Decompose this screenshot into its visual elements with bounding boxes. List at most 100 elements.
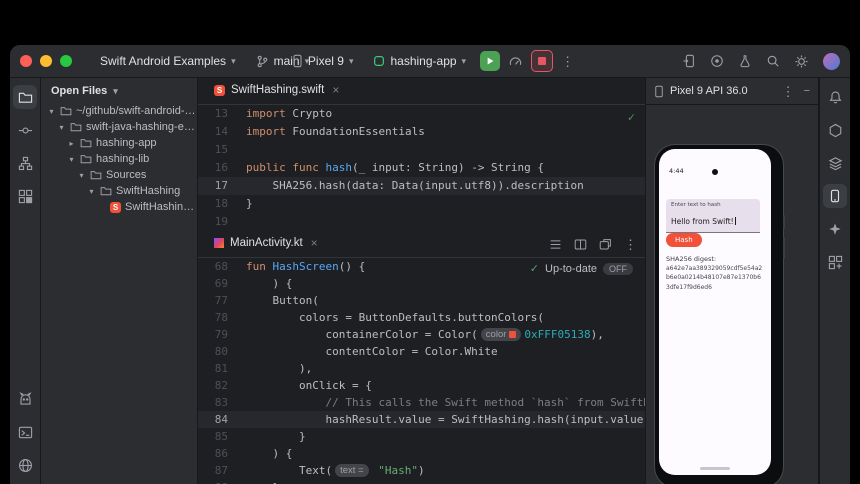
file-structure-icon[interactable] — [549, 238, 562, 251]
line-number[interactable]: 81 — [198, 360, 240, 377]
close-window-button[interactable] — [20, 55, 32, 67]
tab-swifthashing[interactable]: S SwiftHashing.swift × — [206, 77, 347, 105]
gradle-icon[interactable] — [823, 118, 847, 142]
code-line[interactable]: 86 ) { — [198, 445, 645, 462]
tree-chevron-icon[interactable]: ▸ — [67, 139, 76, 148]
tree-chevron-icon[interactable]: ▾ — [87, 187, 96, 196]
tree-item[interactable]: ▸hashing-app — [41, 135, 197, 151]
line-number[interactable]: 18 — [198, 195, 240, 213]
swift-editor[interactable]: ✓ 13import Crypto14import FoundationEsse… — [198, 105, 645, 231]
project-selector[interactable]: Swift Android Examples ▾ — [94, 51, 242, 71]
tree-item[interactable]: SSwiftHashing.swift — [41, 199, 197, 215]
search-icon[interactable] — [766, 54, 780, 68]
tree-chevron-icon[interactable]: ▾ — [47, 107, 56, 116]
tree-item[interactable]: ▾SwiftHashing — [41, 183, 197, 199]
device-explorer-icon[interactable] — [823, 250, 847, 274]
line-number[interactable]: 15 — [198, 141, 240, 159]
version-control-icon[interactable] — [13, 453, 37, 477]
line-number[interactable]: 19 — [198, 213, 240, 231]
settings-icon[interactable] — [794, 54, 809, 69]
structure-icon[interactable] — [13, 151, 37, 175]
line-number[interactable]: 84 — [198, 411, 240, 428]
code-line[interactable]: 85 } — [198, 428, 645, 445]
project-icon[interactable] — [13, 85, 37, 109]
project-panel-header[interactable]: Open Files ▾ — [41, 78, 197, 103]
notifications-icon[interactable] — [823, 85, 847, 109]
code-line[interactable]: 17 SHA256.hash(data: Data(input.utf8)).d… — [198, 177, 645, 195]
split-editor-icon[interactable] — [574, 238, 587, 251]
code-line[interactable]: 78 colors = ButtonDefaults.buttonColors( — [198, 309, 645, 326]
line-number[interactable]: 16 — [198, 159, 240, 177]
terminal-icon[interactable] — [13, 420, 37, 444]
close-tab-icon[interactable]: × — [311, 236, 318, 250]
run-button[interactable] — [480, 51, 500, 71]
more-actions-icon[interactable]: ⋮ — [561, 55, 574, 68]
line-number[interactable]: 69 — [198, 275, 240, 292]
more-icon[interactable]: ⋮ — [782, 85, 795, 98]
tree-item[interactable]: ▾swift-java-hashing-example — [41, 119, 197, 135]
navigation-pill[interactable] — [700, 467, 730, 470]
zoom-window-button[interactable] — [60, 55, 72, 67]
device-manager-icon[interactable] — [738, 54, 752, 68]
line-number[interactable]: 82 — [198, 377, 240, 394]
code-line[interactable]: 13import Crypto — [198, 105, 645, 123]
tree-item[interactable]: ▾hashing-lib — [41, 151, 197, 167]
code-line[interactable]: 77 Button( — [198, 292, 645, 309]
hash-input-field[interactable]: Enter text to hash Hello from Swift! — [666, 199, 760, 233]
phone-screen[interactable]: 4:44 Enter text to hash Hello from Swift… — [659, 149, 771, 475]
line-number[interactable]: 85 — [198, 428, 240, 445]
color-swatch[interactable] — [509, 331, 516, 338]
build-variants-icon[interactable] — [823, 151, 847, 175]
running-devices-icon[interactable] — [823, 184, 847, 208]
stop-button[interactable] — [531, 50, 553, 72]
line-number[interactable]: 88 — [198, 479, 240, 484]
device-mirror-icon[interactable] — [682, 54, 696, 68]
code-line[interactable]: 14import FoundationEssentials — [198, 123, 645, 141]
live-edit-off-badge[interactable]: OFF — [603, 263, 633, 275]
tree-chevron-icon[interactable]: ▾ — [57, 123, 66, 132]
services-icon[interactable] — [13, 184, 37, 208]
more-icon[interactable]: ⋮ — [624, 238, 637, 251]
code-line[interactable]: 80 contentColor = Color.White — [198, 343, 645, 360]
line-number[interactable]: 77 — [198, 292, 240, 309]
tree-item[interactable]: ▾~/github/swift-android-examples — [41, 103, 197, 119]
device-selector[interactable]: Pixel 9 ▾ — [286, 51, 360, 71]
line-number[interactable]: 78 — [198, 309, 240, 326]
run-configuration-selector[interactable]: hashing-app ▾ — [367, 51, 472, 71]
line-number[interactable]: 79 — [198, 326, 240, 343]
code-line[interactable]: 82 onClick = { — [198, 377, 645, 394]
line-number[interactable]: 13 — [198, 105, 240, 123]
tree-item[interactable]: ▾Sources — [41, 167, 197, 183]
code-line[interactable]: 18} — [198, 195, 645, 213]
open-in-window-icon[interactable] — [599, 238, 612, 251]
code-line[interactable]: 19 — [198, 213, 645, 231]
line-number[interactable]: 17 — [198, 177, 240, 195]
kotlin-editor[interactable]: ✓ Up-to-date OFF 68fun HashScreen() {69 … — [198, 258, 645, 484]
close-tab-icon[interactable]: × — [332, 83, 339, 97]
hide-panel-icon[interactable]: − — [804, 85, 810, 97]
line-number[interactable]: 14 — [198, 123, 240, 141]
line-number[interactable]: 68 — [198, 258, 240, 275]
tree-chevron-icon[interactable]: ▾ — [77, 171, 86, 180]
line-number[interactable]: 80 — [198, 343, 240, 360]
avatar[interactable] — [823, 53, 840, 70]
tree-chevron-icon[interactable]: ▾ — [67, 155, 76, 164]
code-line[interactable]: 15 — [198, 141, 645, 159]
code-line[interactable]: 79 containerColor = Color(color0xFFF0513… — [198, 326, 645, 343]
code-line[interactable]: 16public func hash(_ input: String) -> S… — [198, 159, 645, 177]
commit-icon[interactable] — [13, 118, 37, 142]
line-number[interactable]: 87 — [198, 462, 240, 479]
gemini-icon[interactable] — [823, 217, 847, 241]
code-line[interactable]: 83 // This calls the Swift method `hash`… — [198, 394, 645, 411]
live-edit-status[interactable]: ✓ Up-to-date OFF — [530, 262, 633, 275]
logcat-icon[interactable] — [13, 387, 37, 411]
inlay-hint[interactable]: color — [481, 328, 522, 341]
inlay-hint[interactable]: text = — [335, 464, 369, 477]
profiler-icon[interactable] — [508, 54, 523, 69]
minimize-window-button[interactable] — [40, 55, 52, 67]
line-number[interactable]: 86 — [198, 445, 240, 462]
code-line[interactable]: 88 } — [198, 479, 645, 484]
code-line[interactable]: 84 hashResult.value = SwiftHashing.hash(… — [198, 411, 645, 428]
line-number[interactable]: 83 — [198, 394, 240, 411]
code-line[interactable]: 69 ) { — [198, 275, 645, 292]
